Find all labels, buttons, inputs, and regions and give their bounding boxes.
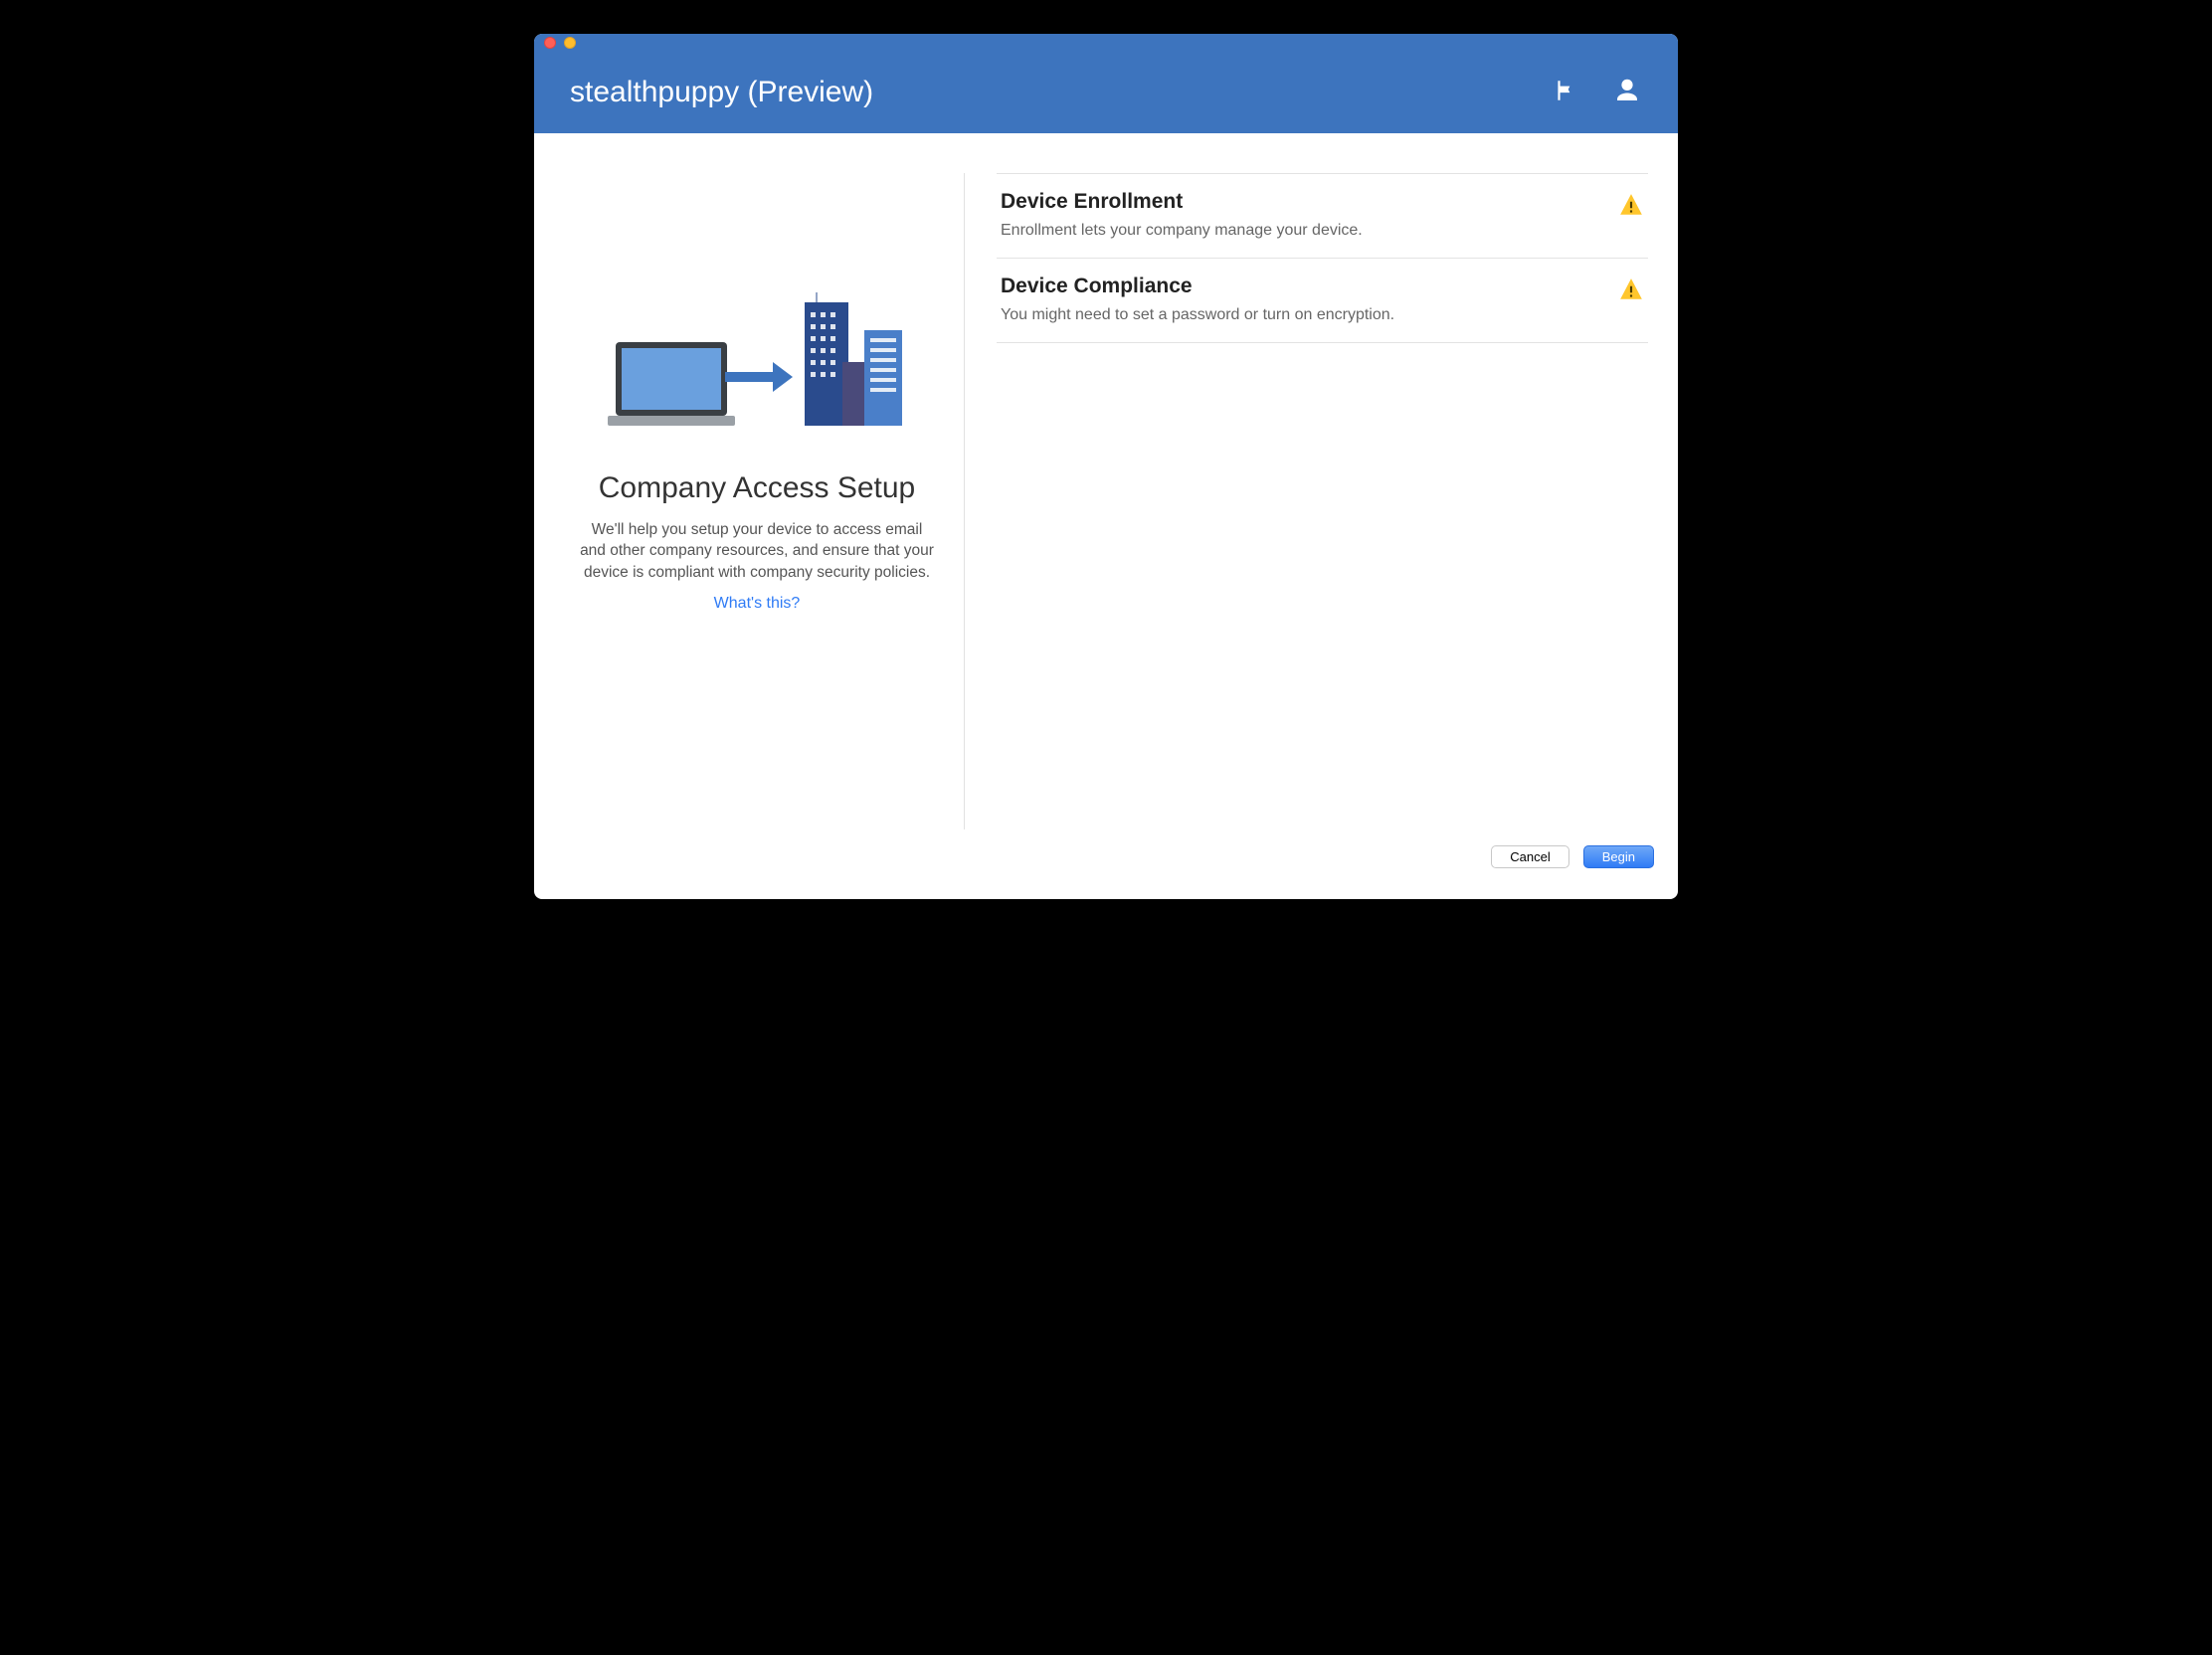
warning-icon: [1618, 192, 1644, 223]
cancel-button[interactable]: Cancel: [1491, 845, 1568, 868]
flag-icon[interactable]: [1553, 78, 1578, 108]
begin-button[interactable]: Begin: [1583, 845, 1654, 868]
app-header: stealthpuppy (Preview): [534, 52, 1678, 133]
window-titlebar: [534, 34, 1678, 52]
compliance-item[interactable]: Device Compliance You might need to set …: [997, 258, 1648, 343]
content-area: Company Access Setup We'll help you setu…: [534, 133, 1678, 829]
compliance-title: Device Compliance: [1001, 275, 1606, 298]
left-heading: Company Access Setup: [599, 471, 916, 505]
footer: Cancel Begin: [534, 829, 1678, 899]
whats-this-link[interactable]: What's this?: [714, 595, 801, 613]
warning-icon: [1618, 276, 1644, 307]
user-icon[interactable]: [1612, 76, 1642, 110]
left-panel: Company Access Setup We'll help you setu…: [558, 173, 956, 829]
compliance-subtitle: You might need to set a password or turn…: [1001, 306, 1606, 324]
header-icon-group: [1553, 76, 1642, 110]
window-minimize-button[interactable]: [564, 37, 576, 49]
left-description: We'll help you setup your device to acce…: [578, 519, 936, 583]
enrollment-title: Device Enrollment: [1001, 190, 1606, 214]
window-close-button[interactable]: [544, 37, 556, 49]
enrollment-illustration: [608, 292, 906, 452]
enrollment-item[interactable]: Device Enrollment Enrollment lets your c…: [997, 173, 1648, 258]
right-panel: Device Enrollment Enrollment lets your c…: [973, 173, 1654, 829]
header-title: stealthpuppy (Preview): [570, 76, 1553, 109]
app-window: stealthpuppy (Preview): [534, 34, 1678, 899]
enrollment-subtitle: Enrollment lets your company manage your…: [1001, 222, 1606, 240]
vertical-divider: [964, 173, 965, 829]
